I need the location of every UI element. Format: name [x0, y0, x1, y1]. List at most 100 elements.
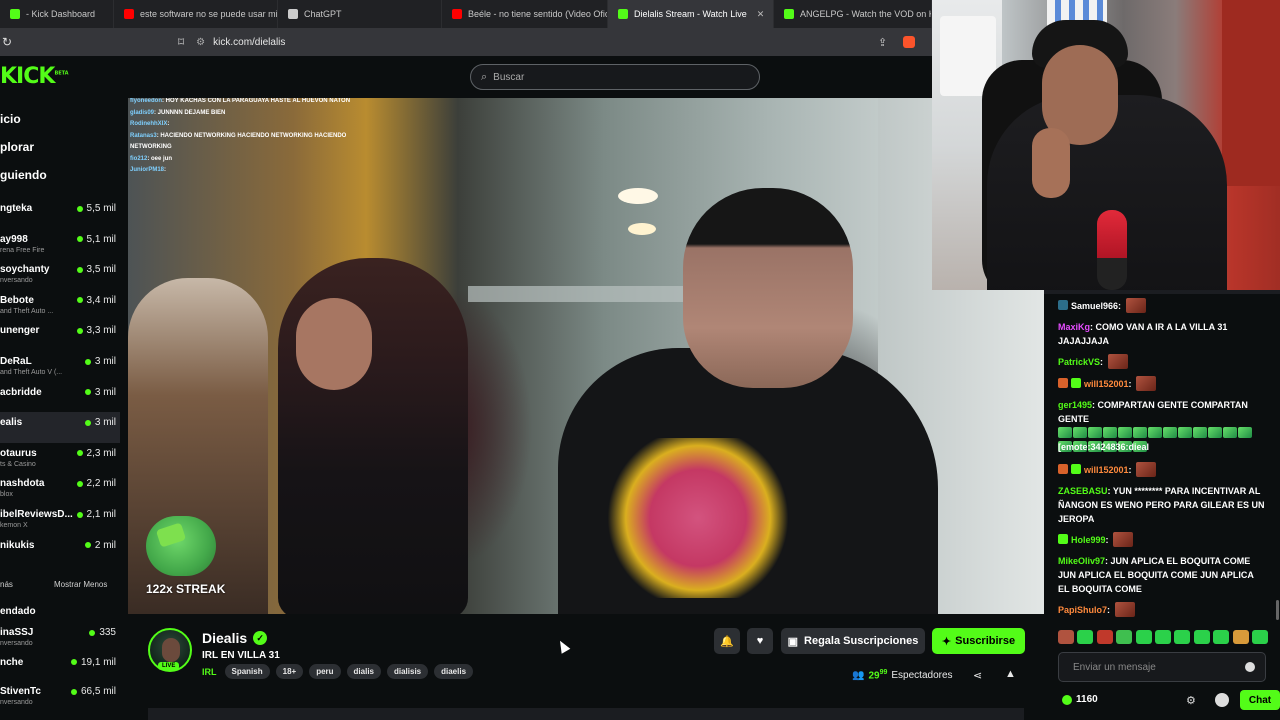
- site-header: KICKBETA ⌕ Buscar: [0, 56, 932, 98]
- sidebar-channel-item[interactable]: unenger 3,3 mil: [0, 320, 120, 351]
- share-icon[interactable]: ⋖: [973, 669, 982, 682]
- chat-username[interactable]: Hole999: [1071, 535, 1106, 545]
- gift-subscriptions-button[interactable]: ▣ Regala Suscripciones: [781, 628, 925, 654]
- quick-emote-icon[interactable]: [1135, 630, 1152, 644]
- sidebar-channel-item[interactable]: acbridde 3 mil: [0, 382, 120, 413]
- viewer-count-value: 335: [99, 627, 116, 638]
- overlay-chat-line: RodinehhXIX:: [130, 119, 370, 131]
- share-page-icon[interactable]: ⇪: [878, 36, 887, 49]
- reload-icon[interactable]: ↻: [2, 35, 18, 49]
- viewer-count: 19,1 mil: [70, 657, 116, 668]
- nav-explore[interactable]: plorar: [0, 140, 34, 154]
- follow-button[interactable]: ♥: [747, 628, 773, 654]
- browser-tab[interactable]: Beéle - no tiene sentido (Video Ofic: [442, 0, 608, 28]
- stream-tag[interactable]: diaelis: [434, 664, 474, 679]
- sidebar-channel-item[interactable]: DeRaL and Theft Auto V (... 3 mil: [0, 351, 120, 382]
- chat-username[interactable]: MikeOliv97: [1058, 556, 1105, 566]
- quick-emote-icon[interactable]: [1232, 630, 1249, 644]
- sidebar-channel-item[interactable]: ealis 3 mil: [0, 412, 120, 444]
- quick-emote-icon[interactable]: [1193, 630, 1210, 644]
- chat-scrollbar[interactable]: [1276, 600, 1279, 620]
- stream-tag[interactable]: dialisis: [387, 664, 429, 679]
- brave-shield-icon[interactable]: [903, 36, 915, 48]
- nav-home[interactable]: icio: [0, 112, 21, 126]
- chat-username[interactable]: ger1495: [1058, 400, 1092, 410]
- show-less-button[interactable]: Mostrar Menos: [54, 580, 107, 589]
- stream-category[interactable]: IRL: [202, 667, 217, 677]
- sidebar-channel-item[interactable]: soychanty nversando 3,5 mil: [0, 259, 120, 290]
- url-text[interactable]: kick.com/dielalis: [213, 37, 285, 48]
- stream-tag[interactable]: peru: [309, 664, 341, 679]
- url-field[interactable]: ⚙ kick.com/dielalis: [196, 37, 285, 48]
- chat-username[interactable]: ZASEBASU: [1058, 486, 1108, 496]
- stream-tag[interactable]: 18+: [275, 664, 304, 679]
- nav-following[interactable]: guiendo: [0, 168, 47, 182]
- browser-tab[interactable]: Dielalis Stream - Watch Live ✕: [608, 0, 774, 28]
- chat-gift-icon[interactable]: [1215, 693, 1229, 707]
- quick-emote-icon[interactable]: [1154, 630, 1171, 644]
- overlay-chat-user: JuniorPM18: [130, 167, 165, 173]
- quick-emote-icon[interactable]: [1058, 630, 1074, 644]
- search-input[interactable]: ⌕ Buscar: [470, 64, 760, 90]
- browser-tab[interactable]: ChatGPT: [278, 0, 442, 28]
- sidebar-channel-item[interactable]: nashdota blox 2,2 mil: [0, 473, 120, 504]
- quick-emote-icon[interactable]: [1174, 630, 1191, 644]
- logo-text[interactable]: KICK: [0, 64, 55, 89]
- quick-emote-icon[interactable]: [1251, 630, 1268, 644]
- bookmark-icon[interactable]: ⌑: [178, 35, 184, 49]
- chat-username[interactable]: will152001: [1084, 379, 1129, 389]
- emoji-picker-icon[interactable]: [1245, 662, 1255, 672]
- browser-tab[interactable]: este software no se puede usar mie: [114, 0, 278, 28]
- quick-emote-icon[interactable]: [1096, 630, 1113, 644]
- points-icon: [1062, 694, 1072, 705]
- sidebar-channel-item[interactable]: ay998 rena Free Fire 5,1 mil: [0, 229, 120, 260]
- kick-logo[interactable]: KICKBETA: [0, 64, 69, 89]
- send-chat-button[interactable]: Chat: [1240, 690, 1280, 710]
- report-icon[interactable]: ▲: [1005, 668, 1016, 680]
- sidebar-channel-item[interactable]: Bebote and Theft Auto ... 3,4 mil: [0, 290, 120, 321]
- quick-emote-icon[interactable]: [1077, 630, 1094, 644]
- chat-username[interactable]: PatrickVS: [1058, 357, 1100, 367]
- chat-badge-icon: [1058, 534, 1068, 544]
- notifications-button[interactable]: 🔔: [714, 628, 740, 654]
- sidebar-channel-item[interactable]: ibelReviewsD... kemon X 2,1 mil: [0, 504, 120, 535]
- chat-username[interactable]: MaxiKg: [1058, 322, 1090, 332]
- overlay-chat-user: gladis09: [130, 109, 155, 116]
- video-player[interactable]: flyoneedon: HOY KACHAS CON LA PARAGUAYA …: [128, 98, 1044, 614]
- browser-tab[interactable]: - Kick Dashboard: [0, 0, 114, 28]
- channel-category: nversando: [0, 699, 33, 706]
- chat-settings-icon[interactable]: ⚙: [1186, 694, 1196, 707]
- streak-label: 122x STREAK: [146, 582, 226, 596]
- overlay-chat-text: :: [164, 167, 167, 173]
- chat-username[interactable]: PapiShulo7: [1058, 605, 1107, 615]
- sidebar-channel-item[interactable]: otaurus ts & Casino 2,3 mil: [0, 443, 120, 474]
- site-info-icon[interactable]: ⚙: [196, 37, 205, 48]
- chat-username[interactable]: Samuel966: [1071, 301, 1118, 311]
- channel-name[interactable]: Diealis: [202, 630, 247, 646]
- sidebar-channel-item[interactable]: ngteka 5,5 mil: [0, 198, 120, 229]
- chat-username[interactable]: will152001: [1084, 465, 1129, 475]
- stream-tag[interactable]: Spanish: [224, 664, 270, 679]
- live-dot-icon: [84, 419, 91, 426]
- recommended-channel-item[interactable]: StivenTc nversando 66,5 mil: [0, 681, 120, 712]
- browser-tab[interactable]: ANGELPG - Watch the VOD on Kic: [774, 0, 932, 28]
- show-more-button[interactable]: nás: [0, 580, 13, 589]
- recommended-channel-item[interactable]: nche 19,1 mil: [0, 652, 120, 683]
- channel-category: blox: [0, 491, 13, 499]
- channel-name: nche: [0, 656, 24, 668]
- channel-points[interactable]: 1160: [1062, 694, 1098, 705]
- subscribe-button[interactable]: ✦ Suscribirse: [932, 628, 1025, 654]
- quick-emote-icon[interactable]: [1116, 630, 1133, 644]
- youtube-icon: [124, 9, 134, 19]
- chat-input[interactable]: Enviar un mensaje: [1058, 652, 1266, 682]
- stream-tag[interactable]: dialis: [346, 664, 381, 679]
- close-tab-icon[interactable]: ✕: [757, 9, 765, 20]
- overlay-chat-line: Ratanas3: HACIENDO NETWORKING HACIENDO N…: [130, 131, 370, 154]
- recommended-channel-item[interactable]: inaSSJ nversando 335: [0, 622, 120, 653]
- chat-badge-icon: [1058, 464, 1068, 474]
- sidebar-channel-item[interactable]: nikukis 2 mil: [0, 535, 120, 566]
- quick-emote-icon[interactable]: [1213, 630, 1230, 644]
- overlay-chat-user: fio212: [130, 155, 148, 162]
- chat-emote-icon: [1136, 462, 1157, 477]
- chat-panel: Enviar un mensaje 1160 ⚙ Chat Samuel966:…: [1044, 290, 1280, 720]
